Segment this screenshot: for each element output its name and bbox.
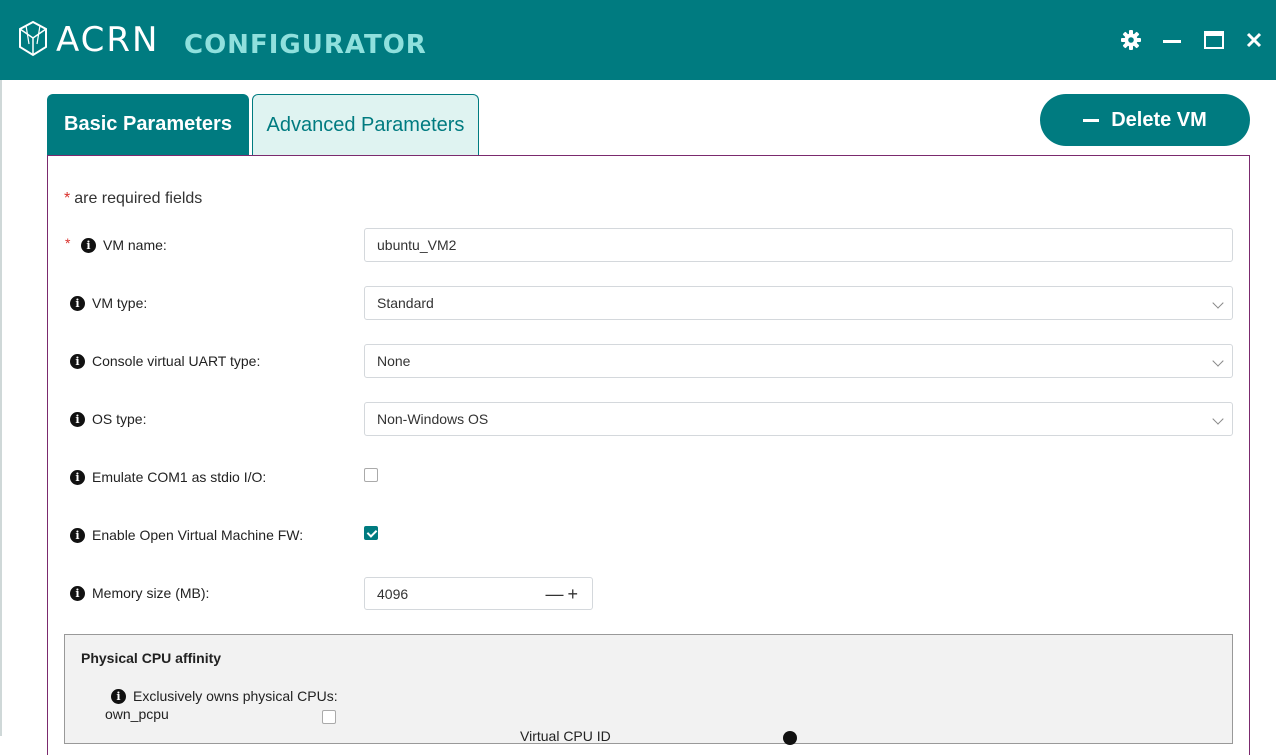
emulate-com1-checkbox[interactable] (364, 468, 378, 482)
memory-size-value: 4096 (377, 585, 409, 602)
os-type-label-row: i OS type: (70, 407, 146, 431)
decrement-button[interactable]: — (545, 584, 567, 604)
own-pcpu-key: own_pcpu (105, 706, 169, 722)
os-type-select[interactable]: Non-Windows OS (364, 402, 1233, 436)
info-icon[interactable]: i (70, 527, 85, 543)
chevron-down-icon (1212, 413, 1224, 425)
enable-ovmf-checkbox[interactable] (364, 526, 378, 540)
info-icon[interactable] (783, 731, 797, 745)
virtual-cpu-id-label: Virtual CPU ID (520, 728, 611, 744)
tab-advanced-parameters[interactable]: Advanced Parameters (252, 94, 479, 155)
vm-type-value: Standard (377, 295, 434, 311)
own-pcpu-label-row: i Exclusively owns physical CPUs: (111, 688, 338, 704)
vm-name-label-row: * i VM name: (65, 233, 167, 257)
console-uart-label: Console virtual UART type: (92, 353, 261, 369)
memory-size-label: Memory size (MB): (92, 585, 210, 601)
info-icon[interactable]: i (111, 688, 126, 704)
console-uart-label-row: i Console virtual UART type: (70, 349, 260, 373)
window-left-border (0, 80, 2, 736)
tab-basic-parameters[interactable]: Basic Parameters (47, 94, 249, 155)
required-fields-note: * are required fields (64, 190, 202, 208)
settings-gear-icon[interactable] (1119, 28, 1143, 52)
vm-name-value: ubuntu_VM2 (377, 237, 457, 253)
memory-size-label-row: i Memory size (MB): (70, 581, 209, 605)
title-bar: ACRN CONFIGURATOR (0, 0, 1276, 80)
required-star: * (64, 190, 71, 207)
console-uart-value: None (377, 353, 411, 369)
cpu-affinity-title: Physical CPU affinity (81, 650, 222, 666)
chevron-down-icon (1212, 355, 1224, 367)
app-subbrand: CONFIGURATOR (184, 30, 427, 60)
info-icon[interactable]: i (70, 469, 85, 485)
info-icon[interactable]: i (81, 237, 96, 253)
acrn-logo-icon (19, 20, 47, 57)
minus-icon (1083, 118, 1100, 122)
close-icon[interactable] (1242, 28, 1266, 52)
own-pcpu-label: Exclusively owns physical CPUs: (133, 688, 338, 704)
info-icon[interactable]: i (70, 295, 85, 311)
delete-vm-button[interactable]: Delete VM (1040, 94, 1250, 146)
delete-vm-label: Delete VM (1111, 108, 1207, 131)
vm-name-label: VM name: (103, 237, 167, 253)
console-uart-select[interactable]: None (364, 344, 1233, 378)
maximize-icon[interactable] (1202, 28, 1226, 52)
info-icon[interactable]: i (70, 585, 85, 601)
vm-name-input[interactable]: ubuntu_VM2 (364, 228, 1233, 262)
required-star: * (65, 235, 71, 251)
stepper-buttons: —+ (545, 584, 582, 605)
vm-type-label-row: i VM type: (70, 291, 147, 315)
required-note-text: are required fields (74, 190, 203, 207)
enable-ovmf-label: Enable Open Virtual Machine FW: (92, 527, 304, 543)
app-brand: ACRN (56, 20, 160, 60)
own-pcpu-checkbox[interactable] (322, 710, 336, 724)
minimize-icon[interactable] (1160, 28, 1184, 52)
memory-size-stepper[interactable]: 4096 —+ (364, 577, 593, 610)
os-type-label: OS type: (92, 411, 147, 427)
os-type-value: Non-Windows OS (377, 411, 489, 427)
increment-button[interactable]: + (567, 584, 582, 604)
emulate-com1-label-row: i Emulate COM1 as stdio I/O: (70, 465, 266, 489)
info-icon[interactable]: i (70, 353, 85, 369)
vm-type-select[interactable]: Standard (364, 286, 1233, 320)
vm-type-label: VM type: (92, 295, 148, 311)
info-icon[interactable]: i (70, 411, 85, 427)
emulate-com1-label: Emulate COM1 as stdio I/O: (92, 469, 267, 485)
chevron-down-icon (1212, 297, 1224, 309)
enable-ovmf-label-row: i Enable Open Virtual Machine FW: (70, 523, 303, 547)
